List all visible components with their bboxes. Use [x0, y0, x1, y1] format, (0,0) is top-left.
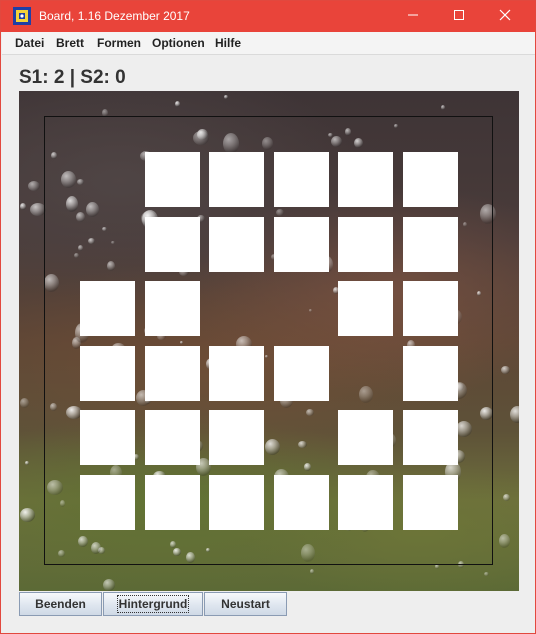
board-tile[interactable]	[338, 217, 393, 272]
board-tile[interactable]	[80, 475, 135, 530]
board-tile[interactable]	[209, 152, 264, 207]
maximize-icon	[453, 8, 465, 26]
board-tile[interactable]	[338, 410, 393, 465]
board-tile[interactable]	[145, 410, 200, 465]
board-app-icon	[13, 7, 31, 25]
board-tile[interactable]	[274, 475, 329, 530]
board-tile[interactable]	[274, 217, 329, 272]
rain-drop	[501, 366, 510, 374]
maximize-button[interactable]	[436, 1, 482, 32]
board-tile[interactable]	[145, 217, 200, 272]
quit-button-label: Beenden	[35, 597, 86, 611]
rain-drop	[224, 95, 228, 99]
board-tile[interactable]	[209, 217, 264, 272]
rain-drop	[510, 406, 519, 423]
board-tile[interactable]	[145, 281, 200, 336]
rain-drop	[20, 398, 29, 408]
window-title: Board, 1.16 Dezember 2017	[39, 9, 190, 23]
application-window: Board, 1.16 Dezember 2017 Datei Brett Fo…	[0, 0, 536, 634]
menu-bar: Datei Brett Formen Optionen Hilfe	[2, 32, 535, 55]
menu-datei[interactable]: Datei	[15, 36, 44, 50]
menu-brett[interactable]: Brett	[56, 36, 84, 50]
close-icon	[499, 8, 511, 26]
close-button[interactable]	[482, 1, 528, 32]
board-tile[interactable]	[209, 346, 264, 401]
quit-button[interactable]: Beenden	[19, 592, 102, 616]
rain-drop	[484, 572, 489, 576]
rain-drop	[441, 105, 445, 110]
rain-drop	[20, 508, 35, 522]
board-tile[interactable]	[80, 281, 135, 336]
title-bar[interactable]: Board, 1.16 Dezember 2017	[1, 1, 535, 32]
board-tile[interactable]	[145, 152, 200, 207]
board-tile[interactable]	[145, 346, 200, 401]
restart-button[interactable]: Neustart	[204, 592, 287, 616]
board-tile[interactable]	[209, 475, 264, 530]
rain-drop	[28, 181, 40, 191]
board-tile[interactable]	[403, 217, 458, 272]
board-tile[interactable]	[209, 410, 264, 465]
minimize-icon	[407, 8, 419, 26]
board-tile[interactable]	[403, 152, 458, 207]
board-tile[interactable]	[403, 410, 458, 465]
menu-hilfe[interactable]: Hilfe	[215, 36, 241, 50]
board-tile[interactable]	[338, 152, 393, 207]
restart-button-label: Neustart	[221, 597, 270, 611]
board-tile[interactable]	[403, 475, 458, 530]
game-board[interactable]	[19, 91, 519, 591]
board-tile[interactable]	[274, 346, 329, 401]
rain-drop	[499, 534, 510, 548]
board-tile[interactable]	[338, 281, 393, 336]
background-button-label: Hintergrund	[116, 595, 190, 613]
score-label: S1: 2 | S2: 0	[19, 67, 126, 88]
rain-drop	[103, 579, 115, 591]
rain-drop	[503, 494, 510, 501]
board-tile[interactable]	[274, 152, 329, 207]
menu-optionen[interactable]: Optionen	[152, 36, 205, 50]
minimize-button[interactable]	[390, 1, 436, 32]
rain-drop	[25, 461, 29, 465]
board-tile[interactable]	[80, 346, 135, 401]
background-button[interactable]: Hintergrund	[103, 592, 203, 616]
board-tile[interactable]	[338, 475, 393, 530]
board-tile[interactable]	[403, 346, 458, 401]
board-tile[interactable]	[145, 475, 200, 530]
rain-drop	[20, 203, 26, 210]
rain-drop	[175, 101, 180, 107]
board-tile[interactable]	[80, 410, 135, 465]
menu-formen[interactable]: Formen	[97, 36, 141, 50]
board-tile[interactable]	[403, 281, 458, 336]
rain-drop	[310, 569, 314, 574]
